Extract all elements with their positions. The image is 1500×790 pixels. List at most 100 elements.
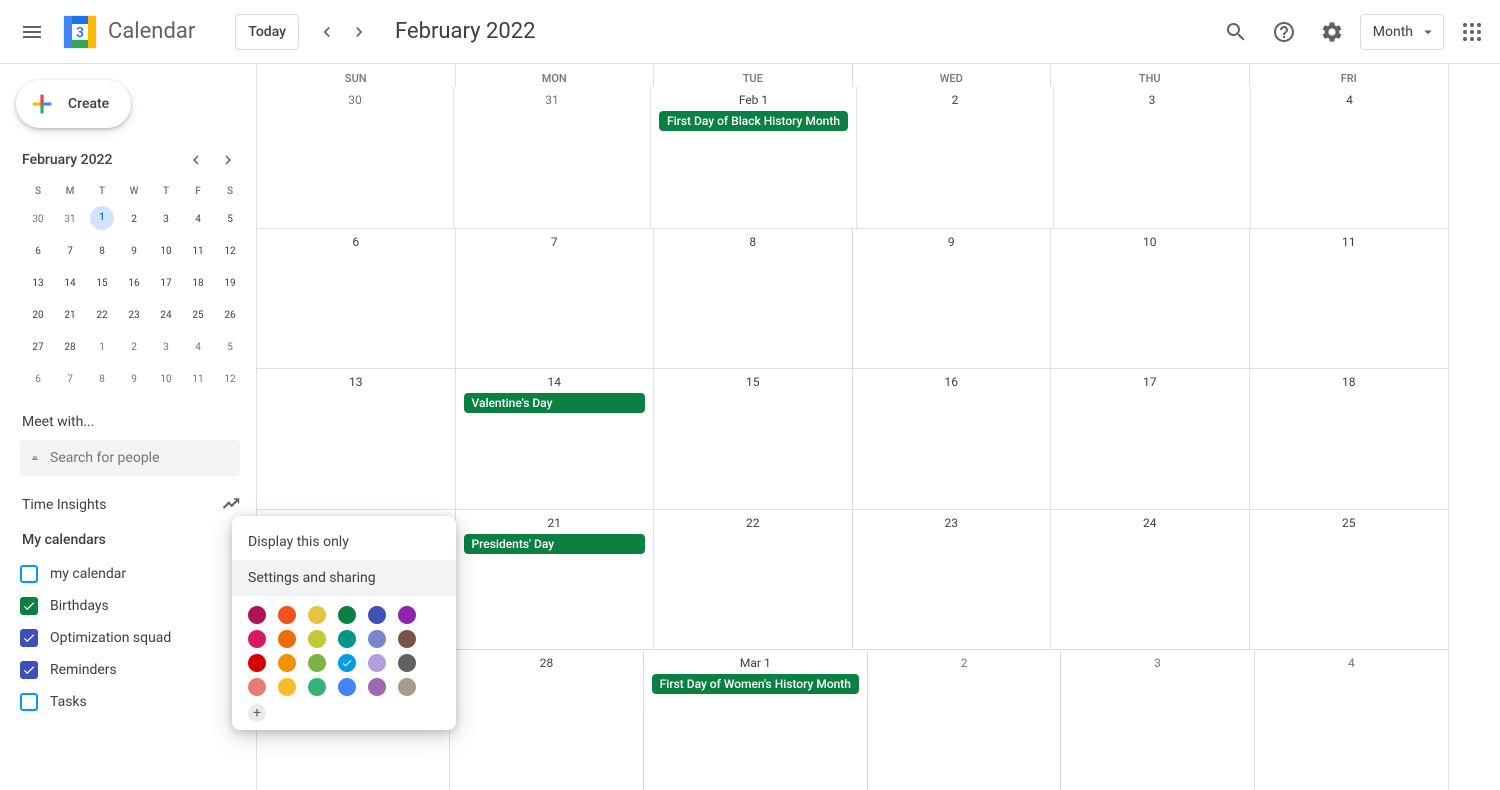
calendar-checkbox[interactable] bbox=[20, 629, 38, 647]
color-swatch[interactable] bbox=[368, 678, 386, 696]
day-cell[interactable]: 3 bbox=[1061, 650, 1254, 790]
day-cell[interactable]: 14Valentine's Day bbox=[456, 369, 655, 509]
mini-day[interactable]: 2 bbox=[122, 206, 146, 234]
day-cell[interactable]: 9 bbox=[853, 229, 1052, 369]
day-cell[interactable]: 7 bbox=[456, 229, 655, 369]
mini-day[interactable]: 7 bbox=[58, 366, 82, 394]
mini-day[interactable]: 31 bbox=[58, 206, 82, 234]
mini-day[interactable]: 17 bbox=[154, 270, 178, 298]
mini-day[interactable]: 9 bbox=[122, 238, 146, 266]
mini-day[interactable]: 3 bbox=[154, 206, 178, 234]
day-cell[interactable]: 30 bbox=[257, 87, 454, 228]
day-cell[interactable]: 8 bbox=[654, 229, 853, 369]
day-cell[interactable]: 6 bbox=[257, 229, 456, 369]
day-cell[interactable]: 28 bbox=[450, 650, 643, 790]
mini-day[interactable]: 21 bbox=[58, 302, 82, 330]
main-menu-button[interactable] bbox=[8, 8, 56, 56]
mini-day[interactable]: 5 bbox=[218, 206, 242, 234]
mini-day[interactable]: 18 bbox=[186, 270, 210, 298]
add-custom-color-button[interactable]: + bbox=[248, 704, 266, 722]
mini-prev-button[interactable] bbox=[184, 148, 208, 172]
mini-day[interactable]: 30 bbox=[26, 206, 50, 234]
color-swatch[interactable] bbox=[368, 654, 386, 672]
mini-day[interactable]: 28 bbox=[58, 334, 82, 362]
mini-day[interactable]: 11 bbox=[186, 238, 210, 266]
mini-day[interactable]: 23 bbox=[122, 302, 146, 330]
mini-day[interactable]: 4 bbox=[186, 206, 210, 234]
mini-day[interactable]: 24 bbox=[154, 302, 178, 330]
my-calendars-label[interactable]: My calendars bbox=[22, 532, 240, 548]
day-cell[interactable]: Feb 1First Day of Black History Month bbox=[651, 87, 857, 228]
app-logo[interactable]: 3 Calendar bbox=[56, 12, 195, 52]
mini-day[interactable]: 8 bbox=[90, 238, 114, 266]
day-cell[interactable]: 17 bbox=[1051, 369, 1250, 509]
day-cell[interactable]: 16 bbox=[853, 369, 1052, 509]
day-cell[interactable]: 4 bbox=[1255, 650, 1448, 790]
color-swatch[interactable] bbox=[248, 606, 266, 624]
color-swatch[interactable] bbox=[338, 654, 356, 672]
settings-button[interactable] bbox=[1312, 12, 1352, 52]
color-swatch[interactable] bbox=[248, 678, 266, 696]
mini-day[interactable]: 1 bbox=[90, 206, 114, 230]
event-chip[interactable]: First Day of Black History Month bbox=[659, 111, 848, 131]
mini-day[interactable]: 15 bbox=[90, 270, 114, 298]
day-cell[interactable]: Mar 1First Day of Women's History Month bbox=[644, 650, 868, 790]
search-people-input[interactable] bbox=[50, 450, 228, 466]
color-swatch[interactable] bbox=[308, 606, 326, 624]
color-swatch[interactable] bbox=[398, 630, 416, 648]
event-chip[interactable]: First Day of Women's History Month bbox=[652, 674, 859, 694]
color-swatch[interactable] bbox=[278, 606, 296, 624]
mini-day[interactable]: 14 bbox=[58, 270, 82, 298]
next-month-button[interactable] bbox=[343, 16, 375, 48]
view-selector[interactable]: Month bbox=[1360, 14, 1444, 50]
day-cell[interactable]: 18 bbox=[1250, 369, 1449, 509]
color-swatch[interactable] bbox=[338, 678, 356, 696]
calendar-checkbox[interactable] bbox=[20, 693, 38, 711]
support-button[interactable] bbox=[1264, 12, 1304, 52]
color-swatch[interactable] bbox=[338, 630, 356, 648]
mini-day[interactable]: 6 bbox=[26, 366, 50, 394]
mini-day[interactable]: 16 bbox=[122, 270, 146, 298]
mini-day[interactable]: 1 bbox=[90, 334, 114, 362]
google-apps-button[interactable] bbox=[1452, 12, 1492, 52]
calendar-list-item[interactable]: Optimization squad bbox=[20, 622, 240, 654]
mini-day[interactable]: 7 bbox=[58, 238, 82, 266]
mini-day[interactable]: 19 bbox=[218, 270, 242, 298]
day-cell[interactable]: 31 bbox=[454, 87, 651, 228]
settings-sharing-option[interactable]: Settings and sharing bbox=[232, 560, 456, 596]
mini-day[interactable]: 11 bbox=[186, 366, 210, 394]
day-cell[interactable]: 10 bbox=[1051, 229, 1250, 369]
day-cell[interactable]: 2 bbox=[868, 650, 1061, 790]
mini-day[interactable]: 4 bbox=[186, 334, 210, 362]
time-insights-label[interactable]: Time Insights bbox=[22, 497, 106, 513]
day-cell[interactable]: 22 bbox=[654, 510, 853, 650]
mini-day[interactable]: 6 bbox=[26, 238, 50, 266]
color-swatch[interactable] bbox=[368, 606, 386, 624]
calendar-checkbox[interactable] bbox=[20, 565, 38, 583]
day-cell[interactable]: 24 bbox=[1051, 510, 1250, 650]
calendar-list-item[interactable]: Tasks bbox=[20, 686, 240, 718]
mini-day[interactable]: 27 bbox=[26, 334, 50, 362]
day-cell[interactable]: 25 bbox=[1250, 510, 1449, 650]
side-panel-collapsed[interactable] bbox=[1448, 64, 1500, 790]
mini-day[interactable]: 2 bbox=[122, 334, 146, 362]
mini-day[interactable]: 22 bbox=[90, 302, 114, 330]
color-swatch[interactable] bbox=[368, 630, 386, 648]
color-swatch[interactable] bbox=[278, 654, 296, 672]
day-cell[interactable]: 23 bbox=[853, 510, 1052, 650]
event-chip[interactable]: Presidents' Day bbox=[464, 534, 646, 554]
today-button[interactable]: Today bbox=[235, 14, 299, 50]
color-swatch[interactable] bbox=[278, 678, 296, 696]
mini-day[interactable]: 12 bbox=[218, 238, 242, 266]
mini-day[interactable]: 26 bbox=[218, 302, 242, 330]
mini-day[interactable]: 13 bbox=[26, 270, 50, 298]
calendar-checkbox[interactable] bbox=[20, 597, 38, 615]
color-swatch[interactable] bbox=[398, 654, 416, 672]
mini-day[interactable]: 10 bbox=[154, 238, 178, 266]
mini-day[interactable]: 20 bbox=[26, 302, 50, 330]
display-only-option[interactable]: Display this only bbox=[232, 524, 456, 560]
calendar-list-item[interactable]: Birthdays bbox=[20, 590, 240, 622]
calendar-list-item[interactable]: my calendar bbox=[20, 558, 240, 590]
mini-day[interactable]: 12 bbox=[218, 366, 242, 394]
day-cell[interactable]: 4 bbox=[1251, 87, 1448, 228]
